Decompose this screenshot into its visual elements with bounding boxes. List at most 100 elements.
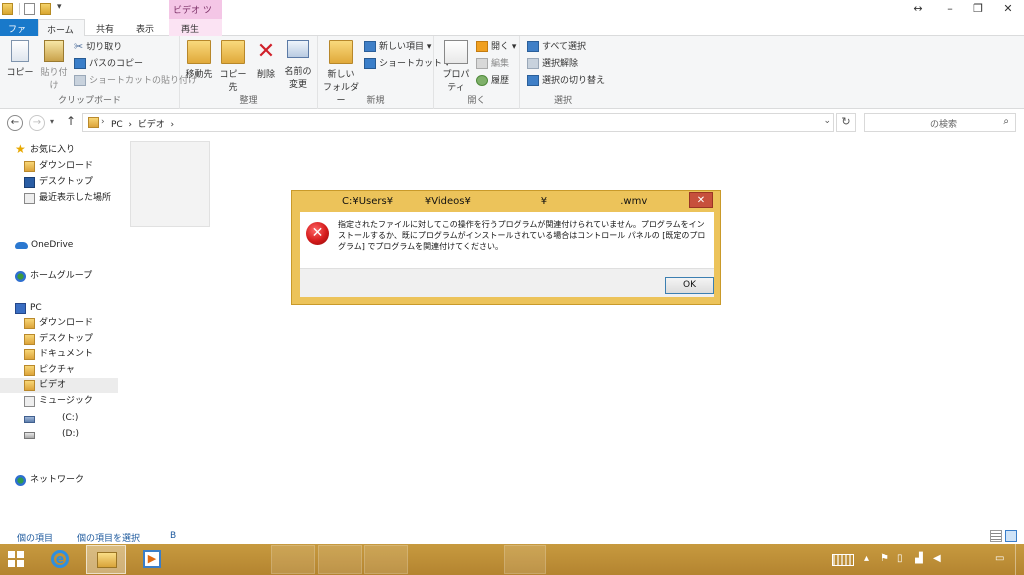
- invert-selection-button[interactable]: 選択の切り替え: [527, 74, 605, 88]
- minimize-button[interactable]: –: [940, 2, 960, 15]
- shortcut-icon: [74, 75, 86, 86]
- start-button[interactable]: [8, 551, 25, 568]
- copy-path-label: パスのコピー: [89, 59, 144, 69]
- taskbar-file-explorer[interactable]: [86, 545, 126, 574]
- taskbar-media-player[interactable]: ▶: [132, 545, 172, 574]
- action-center-flag-icon[interactable]: ⚑: [880, 553, 889, 564]
- close-window-button[interactable]: ✕: [998, 2, 1018, 15]
- tab-share[interactable]: 共有: [88, 19, 122, 36]
- cut-button[interactable]: ✂ 切り取り: [74, 40, 122, 54]
- move-to-label: 移動先: [185, 70, 213, 80]
- taskbar-app-slot[interactable]: [504, 545, 546, 574]
- windows-logo-pane: [17, 560, 24, 567]
- edit-button[interactable]: 編集: [476, 57, 509, 71]
- open-button[interactable]: 開く ▾: [476, 40, 516, 54]
- drive-icon: [24, 432, 35, 439]
- move-folder-icon: [187, 40, 211, 64]
- volume-icon[interactable]: ◀: [933, 553, 941, 564]
- nav-homegroup[interactable]: ホームグループ: [0, 269, 118, 284]
- nav-network[interactable]: ネットワーク: [0, 473, 118, 488]
- video-file-thumbnail[interactable]: [130, 141, 210, 227]
- selected-size: B: [170, 531, 177, 541]
- documents-folder-icon: [24, 349, 35, 360]
- chevron-down-icon[interactable]: ▾: [57, 2, 62, 12]
- select-group: すべて選択 選択解除 選択の切り替え 選択: [520, 36, 606, 109]
- show-hidden-icons-chevron-icon[interactable]: ▴: [864, 553, 869, 564]
- copy-button[interactable]: コピー: [6, 40, 34, 78]
- breadcrumb[interactable]: PC › ビデオ ›: [111, 117, 174, 130]
- address-field[interactable]: › PC › ビデオ › ⌄: [82, 113, 834, 132]
- restore-button[interactable]: ❐: [968, 2, 988, 15]
- touch-keyboard-icon[interactable]: [832, 554, 854, 566]
- taskbar-app-slot[interactable]: [364, 545, 408, 574]
- nav-recent-label: 最近表示した場所: [39, 193, 112, 203]
- ribbon-tabs: ファイル ホーム 共有 表示 再生: [0, 19, 1024, 48]
- ok-button[interactable]: OK: [665, 277, 714, 294]
- history-button[interactable]: 履歴: [476, 74, 509, 88]
- breadcrumb-chevron-icon[interactable]: ›: [101, 117, 105, 127]
- nav-drive-d[interactable]: (D:): [0, 427, 118, 442]
- resize-icon[interactable]: ↔: [908, 2, 928, 15]
- move-to-button[interactable]: 移動先: [183, 40, 215, 80]
- nav-downloads[interactable]: ダウンロード: [0, 159, 118, 174]
- taskbar-app-slot[interactable]: [271, 545, 315, 574]
- select-all-button[interactable]: すべて選択: [527, 40, 586, 54]
- videos-folder-icon: [24, 380, 35, 391]
- power-icon[interactable]: ▯: [897, 553, 903, 564]
- nav-pc-desktop[interactable]: デスクトップ: [0, 332, 118, 347]
- nav-pc[interactable]: PC: [0, 301, 118, 316]
- paste-button[interactable]: 貼り付け: [37, 40, 71, 91]
- refresh-button[interactable]: ↻: [836, 113, 856, 132]
- open-icon: [476, 41, 488, 52]
- search-input[interactable]: の検索 ⌕: [864, 113, 1016, 132]
- copy-to-button[interactable]: コピー先: [216, 40, 250, 93]
- show-desktop-button[interactable]: [1015, 544, 1024, 575]
- pc-icon: [15, 303, 26, 314]
- details-view-button[interactable]: [990, 530, 1002, 542]
- nav-downloads-label: ダウンロード: [39, 161, 94, 171]
- paste-shortcut-button[interactable]: ショートカットの貼り付け: [74, 74, 197, 88]
- nav-desktop[interactable]: デスクトップ: [0, 175, 118, 190]
- nav-recent[interactable]: 最近表示した場所: [0, 191, 118, 206]
- easy-access-icon: [364, 58, 376, 69]
- cloud-icon: [15, 242, 28, 249]
- rename-button[interactable]: 名前の 変更: [282, 40, 314, 90]
- back-button[interactable]: ←: [7, 115, 23, 131]
- address-dropdown-icon[interactable]: ⌄: [823, 116, 831, 126]
- search-icon[interactable]: ⌕: [1003, 116, 1009, 127]
- tab-view[interactable]: 表示: [128, 19, 162, 36]
- nav-videos[interactable]: ビデオ: [0, 378, 118, 393]
- select-all-icon: [527, 41, 539, 52]
- nav-pc-downloads[interactable]: ダウンロード: [0, 316, 118, 331]
- notification-icon[interactable]: ▭: [995, 553, 1004, 564]
- nav-music[interactable]: ミュージック: [0, 394, 118, 409]
- properties-button[interactable]: プロパティ: [438, 40, 474, 93]
- nav-documents[interactable]: ドキュメント: [0, 347, 118, 362]
- forward-button[interactable]: →: [29, 115, 45, 131]
- copy-path-button[interactable]: パスのコピー: [74, 57, 143, 71]
- tab-file[interactable]: ファイル: [0, 19, 38, 48]
- selected-count: 個の項目を選択: [77, 534, 141, 544]
- tab-home[interactable]: ホーム: [38, 19, 85, 37]
- taskbar-internet-explorer[interactable]: e: [40, 545, 80, 574]
- select-none-button[interactable]: 選択解除: [527, 57, 578, 71]
- delete-x-icon: ✕: [256, 39, 276, 64]
- taskbar-app-slot[interactable]: [318, 545, 362, 574]
- up-arrow-icon[interactable]: ↑: [66, 114, 76, 128]
- nav-drive-c[interactable]: (C:): [0, 411, 118, 426]
- large-icons-view-button[interactable]: [1005, 530, 1017, 542]
- delete-button[interactable]: ✕ 削除: [254, 39, 278, 81]
- properties-icon[interactable]: [24, 3, 35, 15]
- nav-pictures[interactable]: ピクチャ: [0, 363, 118, 378]
- recent-locations-chevron-icon[interactable]: ▾: [50, 117, 54, 126]
- select-none-icon: [527, 58, 539, 69]
- new-item-button[interactable]: 新しい項目 ▾: [364, 40, 431, 54]
- tab-play[interactable]: 再生: [173, 19, 207, 36]
- nav-onedrive[interactable]: OneDrive: [0, 238, 118, 253]
- network-signal-icon[interactable]: ▟: [915, 553, 923, 564]
- nav-favorites[interactable]: ★ お気に入り: [0, 142, 118, 158]
- dialog-close-button[interactable]: ✕: [689, 192, 713, 208]
- new-folder-icon[interactable]: [40, 3, 51, 15]
- folder-icon[interactable]: [2, 3, 13, 15]
- paste-label: 貼り付け: [40, 68, 68, 91]
